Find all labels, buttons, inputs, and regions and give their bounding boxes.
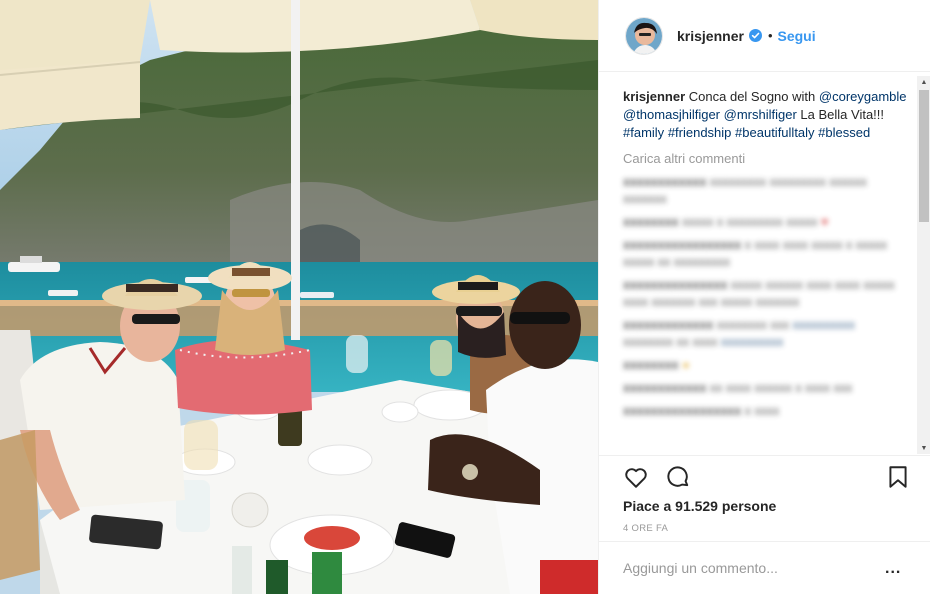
caption-mention[interactable]: @thomasjhilfiger <box>623 107 720 122</box>
list-item: xxxxxxxxxxxxx xxxxxxxx xxx xxxxxxxxxx xx… <box>623 318 856 349</box>
caption-hashtag[interactable]: #blessed <box>818 125 870 140</box>
comments-list[interactable]: krisjenner Conca del Sogno with @coreyga… <box>599 76 917 452</box>
bookmark-icon[interactable] <box>885 464 911 490</box>
post-side-panel: krisjenner • Segui krisjenner Conca del … <box>598 0 930 594</box>
avatar-image <box>626 17 662 54</box>
caption-text: Conca del Sogno with <box>688 89 816 104</box>
username[interactable]: krisjenner <box>677 28 744 44</box>
list-item: xxxxxxxxxxxxxxxxx x xxxx xxxx xxxxx x xx… <box>623 238 888 269</box>
list-item: xxxxxxxxxxxxxxx xxxxx xxxxxx xxxx xxxx x… <box>623 278 895 309</box>
follow-button[interactable]: Segui <box>778 28 816 44</box>
comment-icon[interactable] <box>665 464 691 490</box>
heart-icon[interactable] <box>623 464 649 490</box>
list-item: xxxxxxxxxxxxxxxxx x xxxx <box>623 404 780 418</box>
caption-hashtag[interactable]: #family <box>623 125 664 140</box>
list-item: xxxxxxxxxxxx xxxxxxxxx xxxxxxxxx xxxxxx … <box>623 175 867 206</box>
post-timestamp[interactable]: 4 ORE FA <box>623 523 668 534</box>
caption-mention[interactable]: @coreygamble <box>819 89 907 104</box>
likes-count[interactable]: Piace a 91.529 persone <box>623 498 776 514</box>
post-photo-image <box>0 0 598 594</box>
list-item: xxxxxxxx ● <box>623 358 690 372</box>
list-item: xxxxxxxx xxxxx x xxxxxxxxx xxxxx ♥ <box>623 215 829 229</box>
caption-mention[interactable]: @mrshilfiger <box>724 107 797 122</box>
more-options-button[interactable]: ... <box>885 561 901 577</box>
caption-middle-text: La Bella Vita!!! <box>800 107 885 122</box>
caption-hashtag[interactable]: #beautifulltaly <box>735 125 815 140</box>
post-caption: krisjenner Conca del Sogno with @coreyga… <box>623 88 907 142</box>
load-more-comments-button[interactable]: Carica altri commenti <box>623 151 907 166</box>
comments-scrollbar[interactable]: ▲ ▼ <box>917 76 930 454</box>
post-header: krisjenner • Segui <box>599 0 930 72</box>
verified-badge-icon <box>748 29 762 42</box>
header-separator: • <box>767 28 773 43</box>
avatar[interactable] <box>625 16 663 55</box>
blurred-comments: xxxxxxxxxxxx xxxxxxxxx xxxxxxxxx xxxxxx … <box>623 174 907 420</box>
post-photo[interactable] <box>0 0 598 594</box>
scrollbar-thumb[interactable] <box>919 90 929 222</box>
scroll-up-icon[interactable]: ▲ <box>917 76 930 88</box>
caption-username[interactable]: krisjenner <box>623 89 685 104</box>
post-actions <box>599 455 930 497</box>
scroll-down-icon[interactable]: ▼ <box>917 442 930 454</box>
list-item: xxxxxxxxxxxx xx xxxx xxxxxx x xxxx xxx <box>623 381 853 395</box>
comment-input[interactable] <box>623 560 863 576</box>
add-comment-bar: ... <box>599 541 930 594</box>
caption-hashtag[interactable]: #friendship <box>668 125 732 140</box>
